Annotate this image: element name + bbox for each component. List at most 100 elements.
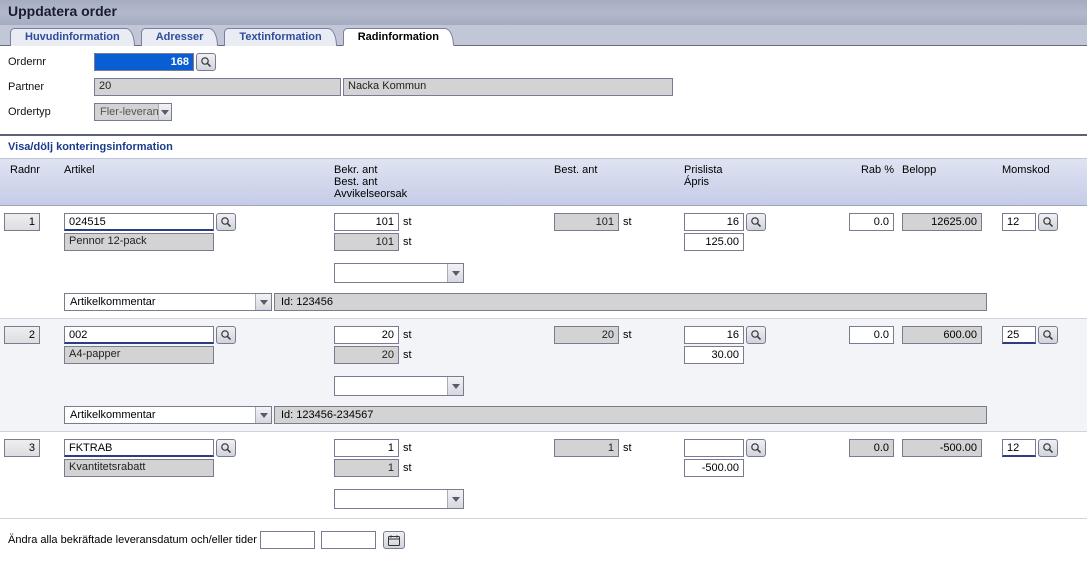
search-icon	[220, 442, 232, 454]
unit-label: st	[623, 327, 632, 341]
artikel-input[interactable]	[64, 326, 214, 344]
belopp-value: 600.00	[902, 326, 982, 344]
artikelkommentar-label: Artikelkommentar	[65, 407, 255, 423]
unit-label: st	[403, 327, 412, 341]
ordertyp-dropdown-button[interactable]	[158, 104, 171, 120]
avvikelse-value	[335, 377, 447, 395]
artikel-search-button[interactable]	[216, 213, 236, 231]
unit-label: st	[623, 440, 632, 454]
radnr-box[interactable]: 1	[4, 213, 40, 231]
belopp-value: -500.00	[902, 439, 982, 457]
footer-time-input[interactable]	[321, 531, 376, 549]
search-icon	[750, 329, 762, 341]
artikel-input[interactable]	[64, 213, 214, 231]
ordernr-label: Ordernr	[8, 56, 94, 68]
prislista-input[interactable]	[684, 439, 744, 457]
partner-code: 20	[94, 78, 341, 96]
momskod-search-button[interactable]	[1038, 213, 1058, 231]
prislista-search-button[interactable]	[746, 326, 766, 344]
search-icon	[750, 442, 762, 454]
unit-label: st	[403, 440, 412, 454]
search-icon	[1042, 442, 1054, 454]
ordernr-search-button[interactable]	[196, 53, 216, 71]
col-best: Best. ant	[550, 162, 680, 202]
bekr-ant-input[interactable]	[334, 326, 399, 344]
ordernr-input[interactable]	[94, 53, 194, 71]
col-artikel: Artikel	[60, 162, 330, 202]
chevron-down-icon	[161, 110, 169, 115]
radnr-box[interactable]: 3	[4, 439, 40, 457]
prislista-search-button[interactable]	[746, 213, 766, 231]
page-title: Uppdatera order	[0, 0, 1087, 25]
col-momskod: Momskod	[998, 162, 1087, 202]
avvikelse-dropdown-button[interactable]	[447, 377, 463, 395]
search-icon	[220, 216, 232, 228]
grid-header: Radnr Artikel Bekr. antBest. antAvvikels…	[0, 158, 1087, 206]
rab-input[interactable]	[849, 213, 894, 231]
ordertyp-value: Fler-leverans	[95, 104, 158, 120]
col-belopp: Belopp	[898, 162, 998, 202]
artikelkommentar-select[interactable]: Artikelkommentar	[64, 293, 272, 311]
momskod-search-button[interactable]	[1038, 439, 1058, 457]
momskod-input[interactable]	[1002, 326, 1036, 344]
calendar-icon	[388, 535, 400, 546]
search-icon	[750, 216, 762, 228]
avvikelse-select[interactable]	[334, 376, 464, 396]
artikel-search-button[interactable]	[216, 326, 236, 344]
rab-input[interactable]	[849, 326, 894, 344]
artikelkommentar-id: Id: 123456-234567	[274, 406, 987, 424]
momskod-input[interactable]	[1002, 213, 1036, 231]
footer-row: Ändra alla bekräftade leveransdatum och/…	[0, 519, 1087, 561]
apris-input[interactable]	[684, 346, 744, 364]
artikelkommentar-id: Id: 123456	[274, 293, 987, 311]
bekr-ant-input[interactable]	[334, 439, 399, 457]
calendar-button[interactable]	[383, 531, 405, 549]
avvikelse-select[interactable]	[334, 263, 464, 283]
artikelkommentar-label: Artikelkommentar	[65, 294, 255, 310]
momskod-input[interactable]	[1002, 439, 1036, 457]
unit-label: st	[403, 214, 412, 228]
rab-value: 0.0	[849, 439, 894, 457]
momskod-search-button[interactable]	[1038, 326, 1058, 344]
ordertyp-select[interactable]: Fler-leverans	[94, 103, 172, 121]
chevron-down-icon	[260, 413, 268, 418]
best-ant-line2: 20	[334, 346, 399, 364]
artikel-desc: Kvantitetsrabatt	[64, 459, 214, 477]
avvikelse-dropdown-button[interactable]	[447, 264, 463, 282]
prislista-input[interactable]	[684, 326, 744, 344]
avvikelse-value	[335, 264, 447, 282]
tab-huvudinformation[interactable]: Huvudinformation	[10, 28, 135, 46]
chevron-down-icon	[260, 300, 268, 305]
tab-radinformation[interactable]: Radinformation	[343, 28, 454, 46]
artikelkommentar-select[interactable]: Artikelkommentar	[64, 406, 272, 424]
radnr-box[interactable]: 2	[4, 326, 40, 344]
avvikelse-dropdown-button[interactable]	[447, 490, 463, 508]
tab-textinformation[interactable]: Textinformation	[224, 28, 336, 46]
best-ant-value: 20	[554, 326, 619, 344]
tab-adresser[interactable]: Adresser	[141, 28, 219, 46]
apris-input[interactable]	[684, 233, 744, 251]
ordertyp-label: Ordertyp	[8, 106, 94, 118]
best-ant-value: 101	[554, 213, 619, 231]
col-prislista: PrislistaÁpris	[680, 162, 830, 202]
unit-label: st	[623, 214, 632, 228]
search-icon	[200, 56, 212, 68]
unit-label: st	[403, 347, 412, 361]
order-header-form: Ordernr Partner 20 Nacka Kommun Ordertyp…	[0, 46, 1087, 128]
avvikelse-select[interactable]	[334, 489, 464, 509]
prislista-search-button[interactable]	[746, 439, 766, 457]
bekr-ant-input[interactable]	[334, 213, 399, 231]
grid-body: 1st101st12625.00Pennor 12-pack101stArtik…	[0, 206, 1087, 519]
footer-date-input[interactable]	[260, 531, 315, 549]
col-bekr: Bekr. antBest. antAvvikelseorsak	[330, 162, 550, 202]
artikelkommentar-dropdown-button[interactable]	[255, 294, 271, 310]
partner-label: Partner	[8, 81, 94, 93]
search-icon	[220, 329, 232, 341]
best-ant-line2: 1	[334, 459, 399, 477]
toggle-kontering-link[interactable]: Visa/dölj konteringsinformation	[0, 136, 181, 158]
apris-input[interactable]	[684, 459, 744, 477]
artikel-input[interactable]	[64, 439, 214, 457]
prislista-input[interactable]	[684, 213, 744, 231]
artikel-search-button[interactable]	[216, 439, 236, 457]
artikelkommentar-dropdown-button[interactable]	[255, 407, 271, 423]
